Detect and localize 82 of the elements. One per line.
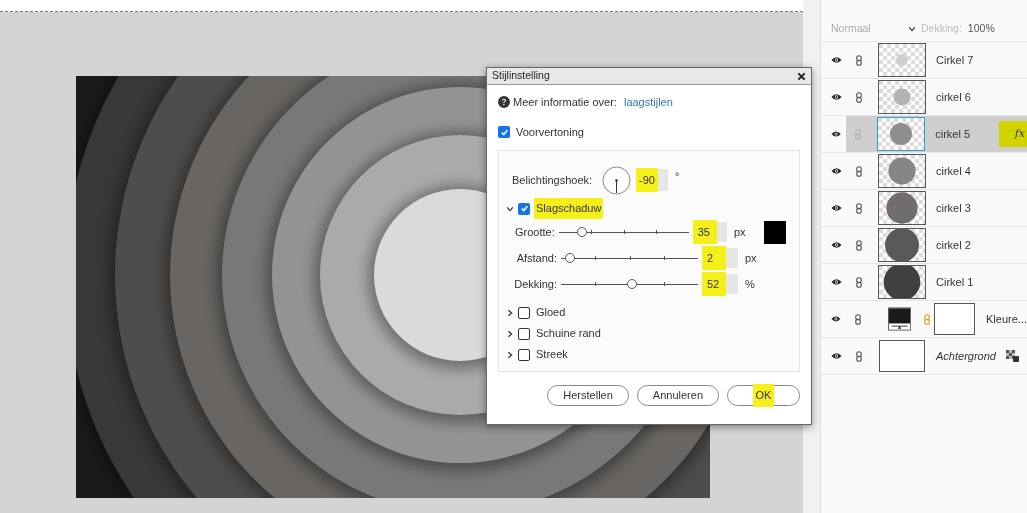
chevron-icon[interactable]	[908, 24, 916, 33]
visibility-eye-icon[interactable]	[831, 315, 841, 323]
layer-name: cirkel 4	[936, 163, 972, 179]
slider-label: Dekking:	[513, 276, 558, 292]
unit-label: px	[745, 250, 758, 266]
effect-label[interactable]: Slagschaduw	[534, 198, 604, 219]
opacity-label: Dekking:	[921, 20, 962, 36]
visibility-eye-icon[interactable]	[831, 56, 842, 64]
layer-row[interactable]: Achtergrond	[821, 338, 1027, 375]
dialog-button[interactable]: Herstellen	[547, 385, 629, 406]
checkbox[interactable]	[518, 306, 530, 319]
layer-row[interactable]: cirkel 4	[821, 153, 1027, 190]
chevron-icon[interactable]	[506, 350, 514, 359]
layer-name: cirkel 2	[936, 237, 972, 253]
checkbox-label: Voorvertoning	[516, 124, 584, 140]
chevron-icon[interactable]	[506, 308, 514, 317]
angle-label: Belichtingshoek:	[512, 172, 594, 188]
unit-label: %	[745, 276, 756, 292]
visibility-eye-icon[interactable]	[831, 278, 842, 286]
layer-name: Cirkel 1	[936, 274, 975, 290]
link-chain-icon[interactable]	[856, 165, 862, 177]
visibility-eye-icon[interactable]	[831, 93, 842, 101]
layer-name: cirkel 6	[936, 89, 972, 105]
layer-row[interactable]: cirkel 6	[821, 79, 1027, 116]
adjustment-thumbnail-icon	[887, 306, 911, 332]
value-field[interactable]: 35	[692, 222, 727, 242]
degree-unit: °	[675, 168, 680, 184]
help-icon	[498, 96, 510, 108]
layer-name: cirkel 5	[935, 126, 972, 142]
chevron-icon[interactable]	[506, 329, 514, 338]
link-chain-icon[interactable]	[856, 202, 862, 214]
layer-thumbnail	[879, 340, 925, 372]
checkbox[interactable]	[518, 202, 530, 215]
visibility-eye-icon[interactable]	[831, 130, 842, 138]
slider-thumb[interactable]	[564, 252, 575, 263]
link-chain-icon[interactable]	[856, 350, 862, 362]
effect-label[interactable]: Schuine rand	[534, 323, 603, 344]
visibility-eye-icon[interactable]	[831, 241, 842, 249]
chevron-icon[interactable]	[506, 204, 514, 213]
opacity-field[interactable]: 100%	[967, 20, 995, 37]
close-icon[interactable]	[797, 71, 806, 81]
unit-label: px	[733, 224, 747, 240]
slider-thumb[interactable]	[576, 226, 587, 237]
visibility-eye-icon[interactable]	[831, 204, 842, 212]
slider-label: Grootte:	[513, 224, 556, 240]
layer-row[interactable]: Cirkel 7	[821, 42, 1027, 79]
effect-label[interactable]: Gloed	[534, 302, 568, 323]
link-chain-icon[interactable]	[856, 54, 862, 66]
layer-name: cirkel 3	[936, 200, 972, 216]
layer-row[interactable]: cirkel 5 fx	[821, 116, 1027, 153]
angle-field[interactable]: -90	[636, 169, 668, 191]
checkbox[interactable]	[518, 348, 530, 361]
effect-label[interactable]: Streek	[534, 344, 570, 365]
slider-thumb[interactable]	[627, 278, 638, 289]
layer-name: Achtergrond	[936, 348, 997, 364]
window-title: Stijlinstelling	[492, 68, 550, 84]
link-chain-icon[interactable]	[854, 313, 861, 325]
checkbox[interactable]	[518, 327, 530, 340]
layer-row[interactable]: cirkel 3	[821, 190, 1027, 227]
layer-row[interactable]: Kleure...	[821, 301, 1027, 338]
layer-row[interactable]: cirkel 2	[821, 227, 1027, 264]
visibility-eye-icon[interactable]	[831, 167, 842, 175]
layer-row[interactable]: Cirkel 1	[821, 264, 1027, 301]
mask-thumbnail	[933, 303, 976, 335]
layer-name: Cirkel 7	[936, 52, 975, 68]
link-chain-icon[interactable]	[856, 91, 862, 103]
effects-badge[interactable]: fx	[998, 121, 1027, 147]
color-swatch[interactable]	[764, 220, 786, 244]
link-chain-icon[interactable]	[856, 239, 862, 251]
value-field[interactable]: 2	[702, 248, 738, 268]
checkbox[interactable]	[498, 126, 510, 138]
link-chain-icon[interactable]	[856, 276, 862, 288]
dialog-button[interactable]: OK	[727, 385, 800, 406]
layer-name: Kleure...	[986, 311, 1027, 327]
slider-label: Afstand:	[515, 250, 558, 266]
value-field[interactable]: 52	[702, 274, 738, 294]
angle-dial-icon[interactable]	[602, 165, 631, 195]
visibility-eye-icon[interactable]	[831, 352, 842, 360]
info-text: Meer informatie over:	[513, 94, 617, 110]
dialog-button[interactable]: Annuleren	[636, 385, 719, 406]
lock-icon[interactable]	[1006, 350, 1019, 362]
help-link[interactable]: laagstijlen	[623, 93, 673, 111]
